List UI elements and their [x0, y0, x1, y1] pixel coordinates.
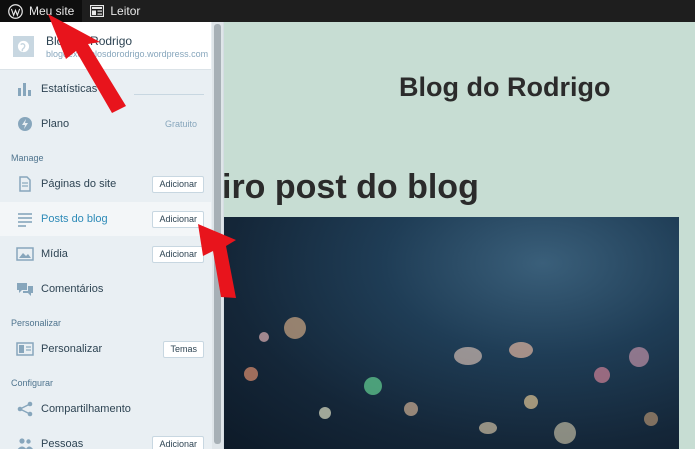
people-icon — [17, 438, 33, 449]
sidebar-item-label: Posts do blog — [41, 213, 108, 225]
section-configure: Configurar — [11, 378, 54, 388]
share-icon — [17, 401, 33, 417]
site-avatar — [13, 36, 34, 57]
section-personalize: Personalizar — [11, 318, 62, 328]
add-media-button[interactable]: Adicionar — [152, 245, 204, 263]
masterbar: Meu site Leitor — [0, 0, 695, 22]
my-site-menu[interactable]: Meu site — [0, 0, 83, 22]
site-url: blogdexemplosdorodrigo.wordpress.com — [46, 49, 209, 59]
comments-icon — [17, 283, 33, 296]
sidebar-item-stats[interactable]: Estatísticas — [0, 72, 211, 106]
my-site-label: Meu site — [29, 4, 75, 18]
site-title[interactable]: Blog do Rodrigo — [399, 72, 610, 103]
post-title[interactable]: iro post do blog — [224, 168, 479, 207]
page-icon — [19, 176, 31, 192]
sidebar-item-pages[interactable]: Páginas do site Adicionar — [0, 167, 211, 201]
sidebar-item-posts[interactable]: Posts do blog Adicionar — [0, 202, 211, 236]
sidebar-item-label: Pessoas — [41, 438, 84, 449]
sidebar-item-label: Personalizar — [41, 343, 103, 355]
sidebar-item-label: Páginas do site — [41, 178, 117, 190]
customize-icon — [16, 342, 34, 356]
site-name: Blog do Rodrigo — [46, 34, 133, 48]
sidebar-item-label: Estatísticas — [41, 83, 98, 95]
section-manage: Manage — [11, 153, 44, 163]
reader-menu[interactable]: Leitor — [82, 0, 148, 22]
sidebar-item-label: Plano — [41, 118, 70, 130]
site-card[interactable]: Blog do Rodrigo blogdexemplosdorodrigo.w… — [0, 22, 211, 70]
post-featured-image — [224, 217, 679, 449]
plan-icon — [18, 117, 32, 131]
reader-icon — [90, 5, 105, 17]
sidebar-item-plan[interactable]: Plano Gratuito — [0, 107, 211, 141]
posts-icon — [18, 213, 32, 227]
stats-icon — [18, 83, 31, 96]
sidebar-item-label: Comentários — [41, 283, 104, 295]
plan-value: Gratuito — [164, 119, 197, 129]
sidebar-item-people[interactable]: Pessoas Adicionar — [0, 427, 211, 449]
add-post-button[interactable]: Adicionar — [152, 210, 204, 228]
sidebar-item-customize[interactable]: Personalizar Temas — [0, 332, 211, 366]
sidebar-item-comments[interactable]: Comentários — [0, 272, 211, 306]
wordpress-logo-icon — [8, 3, 23, 19]
media-icon — [16, 247, 34, 261]
sidebar-item-sharing[interactable]: Compartilhamento — [0, 392, 211, 426]
sidebar: Blog do Rodrigo blogdexemplosdorodrigo.w… — [0, 22, 224, 449]
sidebar-item-media[interactable]: Mídia Adicionar — [0, 237, 211, 271]
site-preview: Blog do Rodrigo iro post do blog — [224, 22, 695, 449]
sidebar-scrollbar[interactable] — [212, 22, 223, 449]
globe-icon — [17, 40, 30, 53]
add-people-button[interactable]: Adicionar — [152, 435, 204, 449]
reader-label: Leitor — [110, 4, 141, 18]
sidebar-scrollbar-thumb[interactable] — [214, 24, 221, 444]
add-page-button[interactable]: Adicionar — [152, 175, 204, 193]
sidebar-item-label: Compartilhamento — [41, 403, 131, 415]
themes-button[interactable]: Temas — [163, 340, 204, 358]
sidebar-item-label: Mídia — [41, 248, 68, 260]
stats-sparkline — [134, 94, 204, 95]
